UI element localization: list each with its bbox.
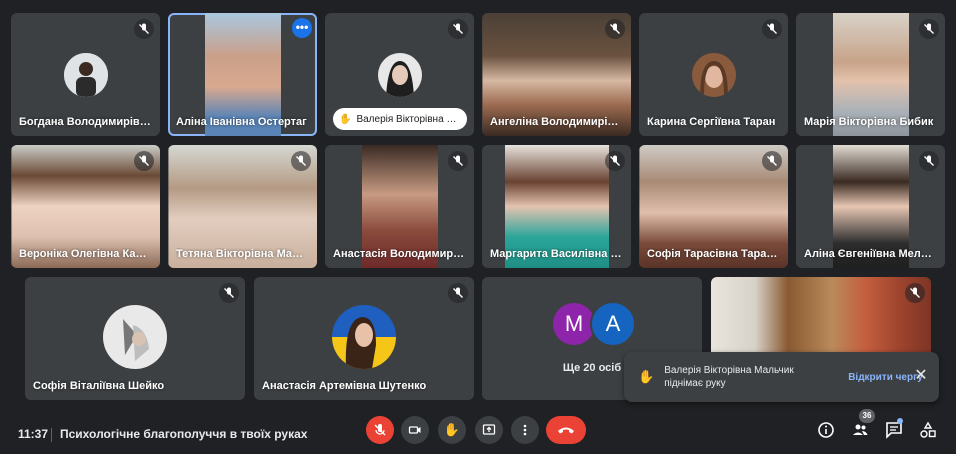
participant-name: Анастасія Артемівна Шутенко <box>262 380 427 392</box>
mic-off-icon <box>448 283 468 303</box>
participant-tile[interactable]: Вероніка Олегівна Кацан <box>11 145 160 268</box>
mic-off-icon <box>134 151 154 171</box>
info-icon <box>818 422 834 438</box>
participant-tile[interactable]: Марія Вікторівна Бибик <box>796 13 945 136</box>
avatar <box>377 53 422 97</box>
avatar <box>332 305 396 369</box>
participant-tile[interactable]: Богдана Володимирівна ... <box>11 13 160 136</box>
mic-off-icon <box>919 19 939 39</box>
mic-off-icon <box>919 151 939 171</box>
participant-tile[interactable]: Софія Віталіївна Шейко <box>25 277 245 400</box>
activities-button[interactable] <box>918 420 938 440</box>
more-vert-icon <box>523 424 527 436</box>
notification-text: Валерія Вікторівна Мальчик піднімає руку <box>664 365 794 389</box>
phone-hangup-icon <box>558 427 574 434</box>
participant-name: Богдана Володимирівна ... <box>19 116 152 128</box>
mic-off-icon <box>448 19 468 39</box>
people-icon <box>853 424 868 435</box>
participant-tile[interactable]: Аліна Євгеніївна Мельник <box>796 145 945 268</box>
participant-name: Вероніка Олегівна Кацан <box>19 248 152 260</box>
participant-name: Анастасія Володимирів... <box>333 248 466 260</box>
participant-name: Софія Тарасівна Тарасова <box>647 248 780 260</box>
participant-tile[interactable]: Маргарита Василівна Во... <box>482 145 631 268</box>
participant-tile[interactable]: Тетяна Вікторівна Марте... <box>168 145 317 268</box>
camera-icon <box>408 426 421 434</box>
mic-toggle-button[interactable] <box>366 416 394 444</box>
meeting-title: Психологічне благополуччя в твоїх руках <box>60 427 308 441</box>
mic-off-icon <box>605 19 625 39</box>
mic-off-icon <box>762 151 782 171</box>
participant-name: Марія Вікторівна Бибик <box>804 116 934 128</box>
present-icon <box>482 424 496 435</box>
people-button[interactable] <box>850 420 870 440</box>
mic-off-icon <box>605 151 625 171</box>
more-options-icon[interactable]: ••• <box>292 18 312 38</box>
camera-toggle-button[interactable] <box>401 416 429 444</box>
chat-notification-dot <box>897 418 903 424</box>
mic-off-icon <box>762 19 782 39</box>
raised-hand-icon: ✋ <box>339 113 352 125</box>
meeting-details-button[interactable] <box>816 420 836 440</box>
open-queue-button[interactable]: Відкрити чергу <box>848 372 923 383</box>
participant-tile[interactable]: Ангеліна Володимирівн... <box>482 13 631 136</box>
participant-name: Валерія Вікторівна Ма... <box>356 113 457 125</box>
close-icon[interactable]: ✕ <box>913 368 929 384</box>
hand-icon: ✋ <box>443 422 461 437</box>
more-options-button[interactable] <box>511 416 539 444</box>
raise-hand-button[interactable]: ✋ <box>438 416 466 444</box>
participant-tile[interactable]: Карина Сергіївна Таран <box>639 13 788 136</box>
mic-off-icon <box>448 151 468 171</box>
avatar <box>691 53 736 97</box>
participant-name: Аліна Євгеніївна Мельник <box>804 248 937 260</box>
participant-tile[interactable]: Софія Тарасівна Тарасова <box>639 145 788 268</box>
participant-tile[interactable]: Анастасія Артемівна Шутенко <box>254 277 474 400</box>
raise-hand-notification: ✋ Валерія Вікторівна Мальчик піднімає ру… <box>624 352 939 402</box>
avatar <box>103 305 167 369</box>
participant-tile-active[interactable]: ••• Аліна Іванівна Остертаг <box>168 13 317 136</box>
raised-hand-icon: ✋ <box>638 369 655 384</box>
divider <box>51 428 52 442</box>
present-button[interactable] <box>475 416 503 444</box>
mic-off-icon <box>134 19 154 39</box>
people-count-badge: 36 <box>859 409 875 423</box>
participant-name: Аліна Іванівна Остертаг <box>176 116 307 128</box>
mic-off-icon <box>374 424 386 436</box>
participant-name: Маргарита Василівна Во... <box>490 248 623 260</box>
activities-icon <box>920 421 936 438</box>
participant-name: Софія Віталіївна Шейко <box>33 380 165 392</box>
mic-off-icon <box>905 283 925 303</box>
raised-hand-chip: ✋ Валерія Вікторівна Ма... <box>333 108 467 130</box>
participant-tile[interactable]: ✋ Валерія Вікторівна Ма... <box>325 13 474 136</box>
participant-name: Тетяна Вікторівна Марте... <box>176 248 309 260</box>
mic-off-icon <box>219 283 239 303</box>
mic-off-icon <box>291 151 311 171</box>
end-call-button[interactable] <box>546 416 586 444</box>
clock: 11:37 <box>18 427 49 441</box>
avatar-letter: A <box>590 301 636 347</box>
avatar <box>63 53 108 97</box>
participant-name: Карина Сергіївна Таран <box>647 116 776 128</box>
participant-name: Ангеліна Володимирівн... <box>490 116 623 128</box>
participant-tile[interactable]: Анастасія Володимирів... <box>325 145 474 268</box>
